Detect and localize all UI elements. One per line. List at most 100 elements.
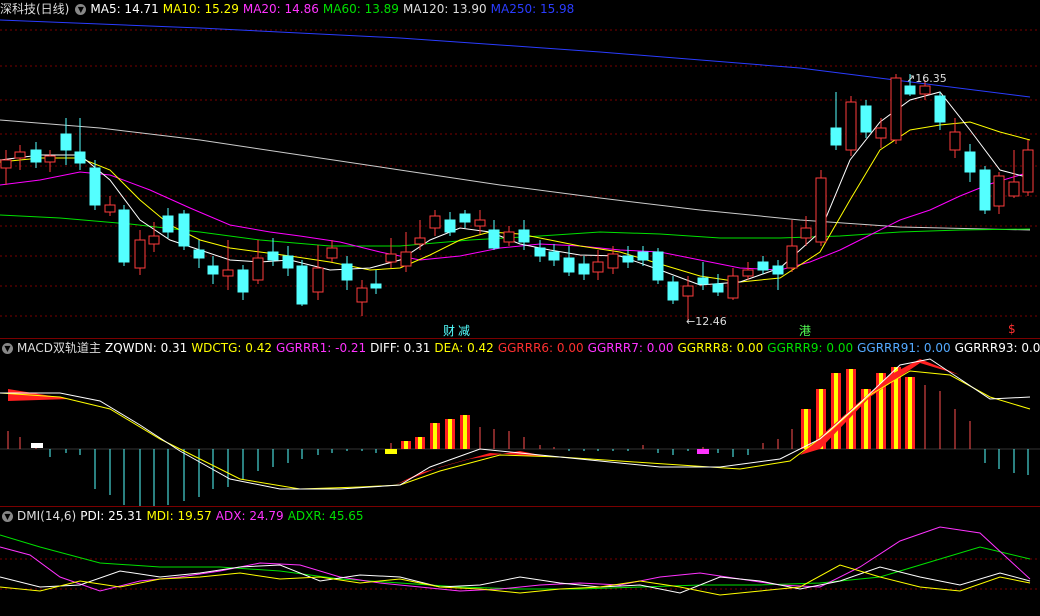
dmi-panel[interactable]: ▼ DMI(14,6) PDI: 25.31 MDI: 19.57 ADX: 24.79… xyxy=(0,507,1040,616)
macd-indicator-10[interactable]: GGRRR93: 0.00 xyxy=(955,341,1040,355)
candle-body xyxy=(890,77,902,141)
macd-indicator-7[interactable]: GGRRR8: 0.00 xyxy=(677,341,763,355)
candle-body xyxy=(830,127,842,146)
candle-body xyxy=(356,287,368,303)
event-marker-finance[interactable]: 财 xyxy=(443,322,455,338)
candle-body xyxy=(237,269,249,293)
dmi-indicator-0[interactable]: PDI: 25.31 xyxy=(80,509,142,523)
main-indicator-2[interactable]: MA20: 14.86 xyxy=(243,2,319,16)
candle-body xyxy=(563,257,575,273)
candle-body xyxy=(845,101,857,151)
candle-body xyxy=(222,269,234,277)
candle-body xyxy=(282,255,294,269)
main-indicator-5[interactable]: MA250: 15.98 xyxy=(491,2,575,16)
macd-indicator-1[interactable]: WDCTG: 0.42 xyxy=(191,341,272,355)
candle-body xyxy=(742,269,754,277)
macd-indicator-6[interactable]: GGRRR7: 0.00 xyxy=(588,341,674,355)
event-marker-hk[interactable]: 港 xyxy=(799,322,811,338)
mdi-line xyxy=(0,564,1031,596)
candle-body xyxy=(178,213,190,247)
macd-band-red xyxy=(760,359,960,467)
candle-body xyxy=(667,281,679,301)
candle-body xyxy=(252,257,264,281)
macd-indicator-8[interactable]: GGRRR9: 0.00 xyxy=(767,341,853,355)
candle-body xyxy=(312,267,324,293)
main-indicator-0[interactable]: MA5: 14.71 xyxy=(90,2,158,16)
candle-body xyxy=(697,277,709,285)
candle-body xyxy=(682,285,694,297)
macd-indicator-4[interactable]: DEA: 0.42 xyxy=(434,341,493,355)
macd-marker-magenta xyxy=(697,449,709,454)
candle-body xyxy=(503,231,515,243)
candle-body xyxy=(134,239,146,269)
candle-body xyxy=(414,237,426,245)
macd-title[interactable]: MACD双轨道主 xyxy=(17,341,101,355)
candle-body xyxy=(400,251,412,267)
macd-histogram-bar xyxy=(834,373,838,449)
candle-body xyxy=(875,127,887,139)
price-panel-header: 深科技(日线) ▼ MA5: 14.71 MA10: 15.29 MA20: 14.86… xyxy=(0,0,582,18)
candle-body xyxy=(429,215,441,229)
candle-body xyxy=(622,255,634,263)
dmi-title[interactable]: DMI(14,6) xyxy=(17,509,76,523)
event-marker-dollar[interactable]: $ xyxy=(1008,322,1016,336)
candle-body xyxy=(104,204,116,213)
candle-body xyxy=(815,177,827,243)
macd-histogram-bar xyxy=(404,441,408,449)
candle-body xyxy=(860,105,872,133)
candle-body xyxy=(534,247,546,257)
dmi-indicator-1[interactable]: MDI: 19.57 xyxy=(146,509,211,523)
candle-body xyxy=(548,251,560,261)
candle-body xyxy=(44,155,56,163)
price-panel[interactable]: 深科技(日线) ▼ MA5: 14.71 MA10: 15.29 MA20: 14.86… xyxy=(0,0,1040,338)
main-indicator-3[interactable]: MA60: 13.89 xyxy=(323,2,399,16)
candle-body xyxy=(904,85,916,95)
candle-body xyxy=(30,149,42,163)
chevron-down-icon[interactable]: ▼ xyxy=(2,343,13,354)
candle-body xyxy=(89,167,101,206)
macd-indicator-0[interactable]: ZQWDN: 0.31 xyxy=(105,341,187,355)
macd-marker-white xyxy=(31,443,43,448)
main-indicator-4[interactable]: MA120: 13.90 xyxy=(403,2,487,16)
candle-body xyxy=(919,85,931,95)
high-price-marker: ↗16.35 xyxy=(906,72,947,85)
stock-name[interactable]: 深科技(日线) xyxy=(0,2,69,16)
candle-body xyxy=(459,213,471,223)
event-marker-reduce[interactable]: 减 xyxy=(458,322,470,338)
macd-chart[interactable] xyxy=(0,339,1040,506)
dmi-indicator-2[interactable]: ADX: 24.79 xyxy=(216,509,284,523)
candle-body xyxy=(474,219,486,227)
candle-body xyxy=(385,253,397,263)
candle-body xyxy=(1008,181,1020,197)
macd-histogram-bar xyxy=(448,419,452,449)
candle-body xyxy=(74,151,86,164)
price-chart[interactable] xyxy=(0,0,1040,338)
candle-body xyxy=(148,235,160,245)
dmi-panel-header: ▼ DMI(14,6) PDI: 25.31 MDI: 19.57 ADX: 24.79… xyxy=(0,507,372,525)
macd-histogram-bar xyxy=(908,377,912,449)
chevron-down-icon[interactable]: ▼ xyxy=(75,4,87,15)
dmi-indicator-3[interactable]: ADXR: 45.65 xyxy=(288,509,364,523)
macd-indicator-2[interactable]: GGRRR1: -0.21 xyxy=(276,341,366,355)
candle-body xyxy=(800,227,812,239)
macd-histogram-bar xyxy=(804,409,808,449)
macd-indicator-9[interactable]: GGRRR91: 0.00 xyxy=(857,341,950,355)
candle-body xyxy=(964,151,976,173)
candle-body xyxy=(786,245,798,269)
candle-body xyxy=(757,261,769,271)
low-price-marker: ←12.46 xyxy=(686,315,727,328)
adxr-line xyxy=(0,534,1031,590)
macd-band-red xyxy=(8,389,70,401)
candle-body xyxy=(949,131,961,151)
macd-histogram-bar xyxy=(433,423,437,449)
macd-marker-yellow xyxy=(385,449,397,454)
macd-indicator-3[interactable]: DIFF: 0.31 xyxy=(370,341,430,355)
candle-body xyxy=(934,95,946,123)
candle-body xyxy=(993,175,1005,207)
main-indicator-1[interactable]: MA10: 15.29 xyxy=(163,2,239,16)
candle-body xyxy=(979,169,991,211)
candle-body xyxy=(296,265,308,305)
macd-panel[interactable]: ▼ MACD双轨道主 ZQWDN: 0.31 WDCTG: 0.42 GGRRR1: -… xyxy=(0,339,1040,506)
chevron-down-icon[interactable]: ▼ xyxy=(2,511,13,522)
macd-indicator-5[interactable]: GGRRR6: 0.00 xyxy=(498,341,584,355)
